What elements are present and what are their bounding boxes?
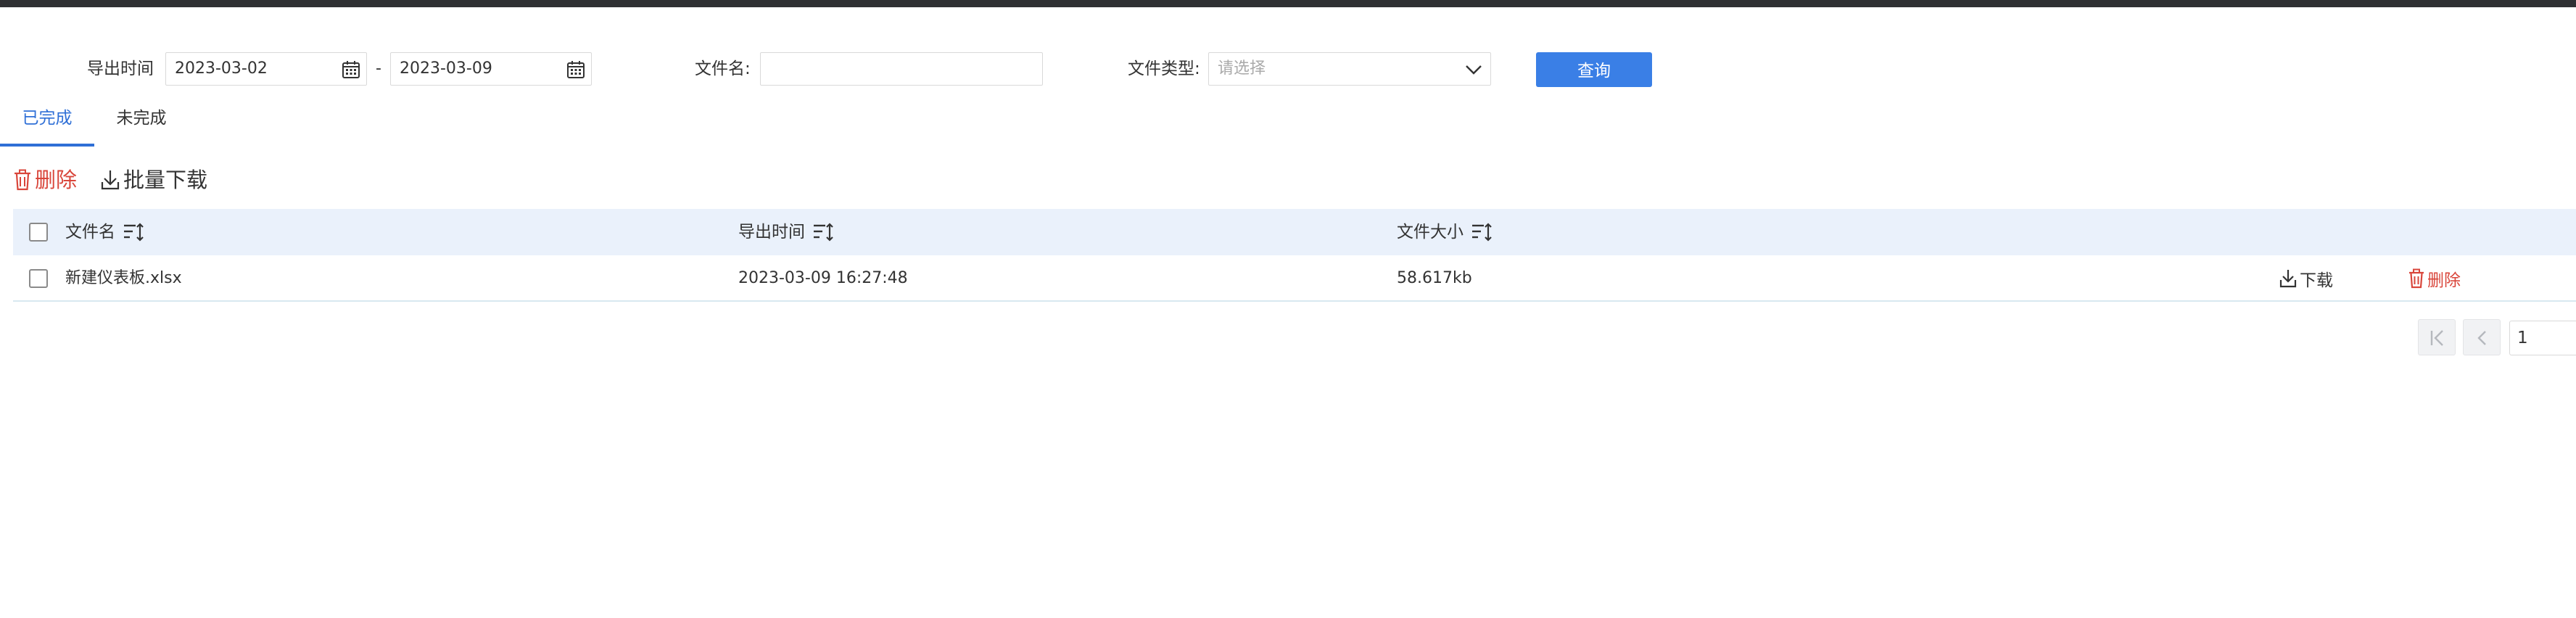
filename-label: 文件名: bbox=[695, 59, 751, 78]
start-date-value: 2023-03-02 bbox=[175, 59, 268, 78]
sort-icon[interactable] bbox=[1471, 223, 1493, 242]
row-filename: 新建仪表板.xlsx bbox=[65, 269, 182, 287]
bulk-delete-button[interactable]: 删除 bbox=[13, 165, 77, 194]
trash-icon bbox=[15, 169, 30, 191]
download-icon bbox=[101, 170, 120, 190]
first-page-icon bbox=[2430, 330, 2443, 346]
bulk-delete-label: 删除 bbox=[35, 168, 78, 192]
calendar-icon[interactable] bbox=[342, 60, 360, 79]
column-header-export-time[interactable]: 导出时间 bbox=[738, 209, 834, 255]
date-range-separator: - bbox=[376, 59, 381, 78]
filetype-placeholder: 请选择 bbox=[1218, 59, 1266, 78]
column-header-filename[interactable]: 文件名 bbox=[65, 209, 144, 255]
row-size: 58.617kb bbox=[1397, 269, 1472, 287]
filename-input[interactable] bbox=[760, 52, 1043, 86]
sort-icon[interactable] bbox=[123, 223, 144, 242]
row-checkbox[interactable] bbox=[29, 269, 48, 288]
row-delete-label: 删除 bbox=[2427, 271, 2461, 290]
filetype-label: 文件类型: bbox=[1128, 59, 1200, 78]
column-header-label: 文件名 bbox=[65, 223, 115, 242]
sort-icon[interactable] bbox=[812, 223, 834, 242]
row-delete-button[interactable]: 删除 bbox=[2408, 255, 2461, 302]
trash-icon bbox=[2409, 268, 2424, 289]
first-page-button[interactable] bbox=[2418, 319, 2456, 355]
window-top-bar bbox=[0, 0, 2576, 7]
batch-download-button[interactable]: 批量下载 bbox=[100, 165, 207, 194]
select-all-checkbox[interactable] bbox=[29, 223, 48, 242]
start-date-input[interactable]: 2023-03-02 bbox=[165, 52, 367, 86]
table-header: 文件名 导出时间 文件大小 bbox=[13, 209, 2576, 255]
batch-download-label: 批量下载 bbox=[123, 168, 208, 192]
status-tabs: 已完成 未完成 bbox=[0, 102, 2576, 147]
page-number-input[interactable]: 1 bbox=[2509, 321, 2576, 355]
current-page-value: 1 bbox=[2517, 329, 2528, 347]
calendar-icon[interactable] bbox=[566, 60, 585, 79]
row-export-time: 2023-03-09 16:27:48 bbox=[738, 269, 908, 287]
chevron-left-icon bbox=[2477, 331, 2486, 345]
tab-incomplete[interactable]: 未完成 bbox=[94, 102, 189, 147]
filetype-select[interactable]: 请选择 bbox=[1208, 52, 1491, 86]
end-date-input[interactable]: 2023-03-09 bbox=[390, 52, 592, 86]
chevron-down-icon bbox=[1466, 65, 1482, 75]
end-date-value: 2023-03-09 bbox=[400, 59, 492, 78]
column-header-label: 文件大小 bbox=[1397, 223, 1464, 242]
export-time-label: 导出时间 bbox=[87, 59, 154, 78]
column-header-label: 导出时间 bbox=[738, 223, 805, 242]
column-header-size[interactable]: 文件大小 bbox=[1397, 209, 1493, 255]
tab-completed[interactable]: 已完成 bbox=[0, 102, 94, 147]
table-row: 新建仪表板.xlsx 2023-03-09 16:27:48 58.617kb … bbox=[13, 255, 2576, 302]
row-download-label: 下载 bbox=[2300, 271, 2333, 290]
prev-page-button[interactable] bbox=[2463, 319, 2501, 355]
row-download-button[interactable]: 下载 bbox=[2279, 255, 2333, 302]
query-button[interactable]: 查询 bbox=[1536, 52, 1652, 87]
download-icon bbox=[2279, 270, 2297, 288]
